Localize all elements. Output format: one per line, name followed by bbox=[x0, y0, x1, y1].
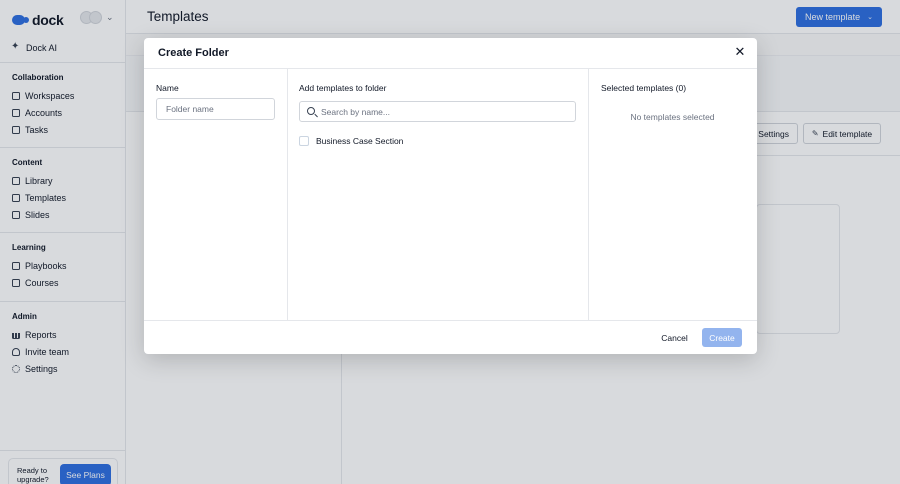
cancel-button[interactable]: Cancel bbox=[652, 329, 697, 347]
template-search-box[interactable] bbox=[299, 101, 576, 122]
create-folder-modal: Create Folder ✕ Name Add templates to fo… bbox=[144, 38, 757, 354]
selected-templates-label: Selected templates (0) bbox=[601, 83, 687, 93]
divider bbox=[588, 69, 589, 320]
add-templates-label: Add templates to folder bbox=[299, 83, 387, 93]
template-search-input[interactable] bbox=[321, 104, 571, 119]
divider bbox=[144, 320, 757, 321]
divider bbox=[144, 68, 757, 69]
create-button[interactable]: Create bbox=[702, 328, 742, 347]
empty-selection-message: No templates selected bbox=[630, 112, 715, 122]
close-icon[interactable]: ✕ bbox=[733, 45, 747, 59]
template-option[interactable]: Business Case Section bbox=[299, 136, 403, 146]
template-option-label: Business Case Section bbox=[316, 136, 404, 146]
search-icon bbox=[307, 107, 315, 115]
folder-name-input[interactable] bbox=[156, 98, 275, 120]
template-checkbox[interactable] bbox=[299, 136, 309, 146]
folder-name-label: Name bbox=[156, 83, 179, 93]
divider bbox=[287, 69, 288, 320]
modal-title: Create Folder bbox=[158, 47, 229, 59]
